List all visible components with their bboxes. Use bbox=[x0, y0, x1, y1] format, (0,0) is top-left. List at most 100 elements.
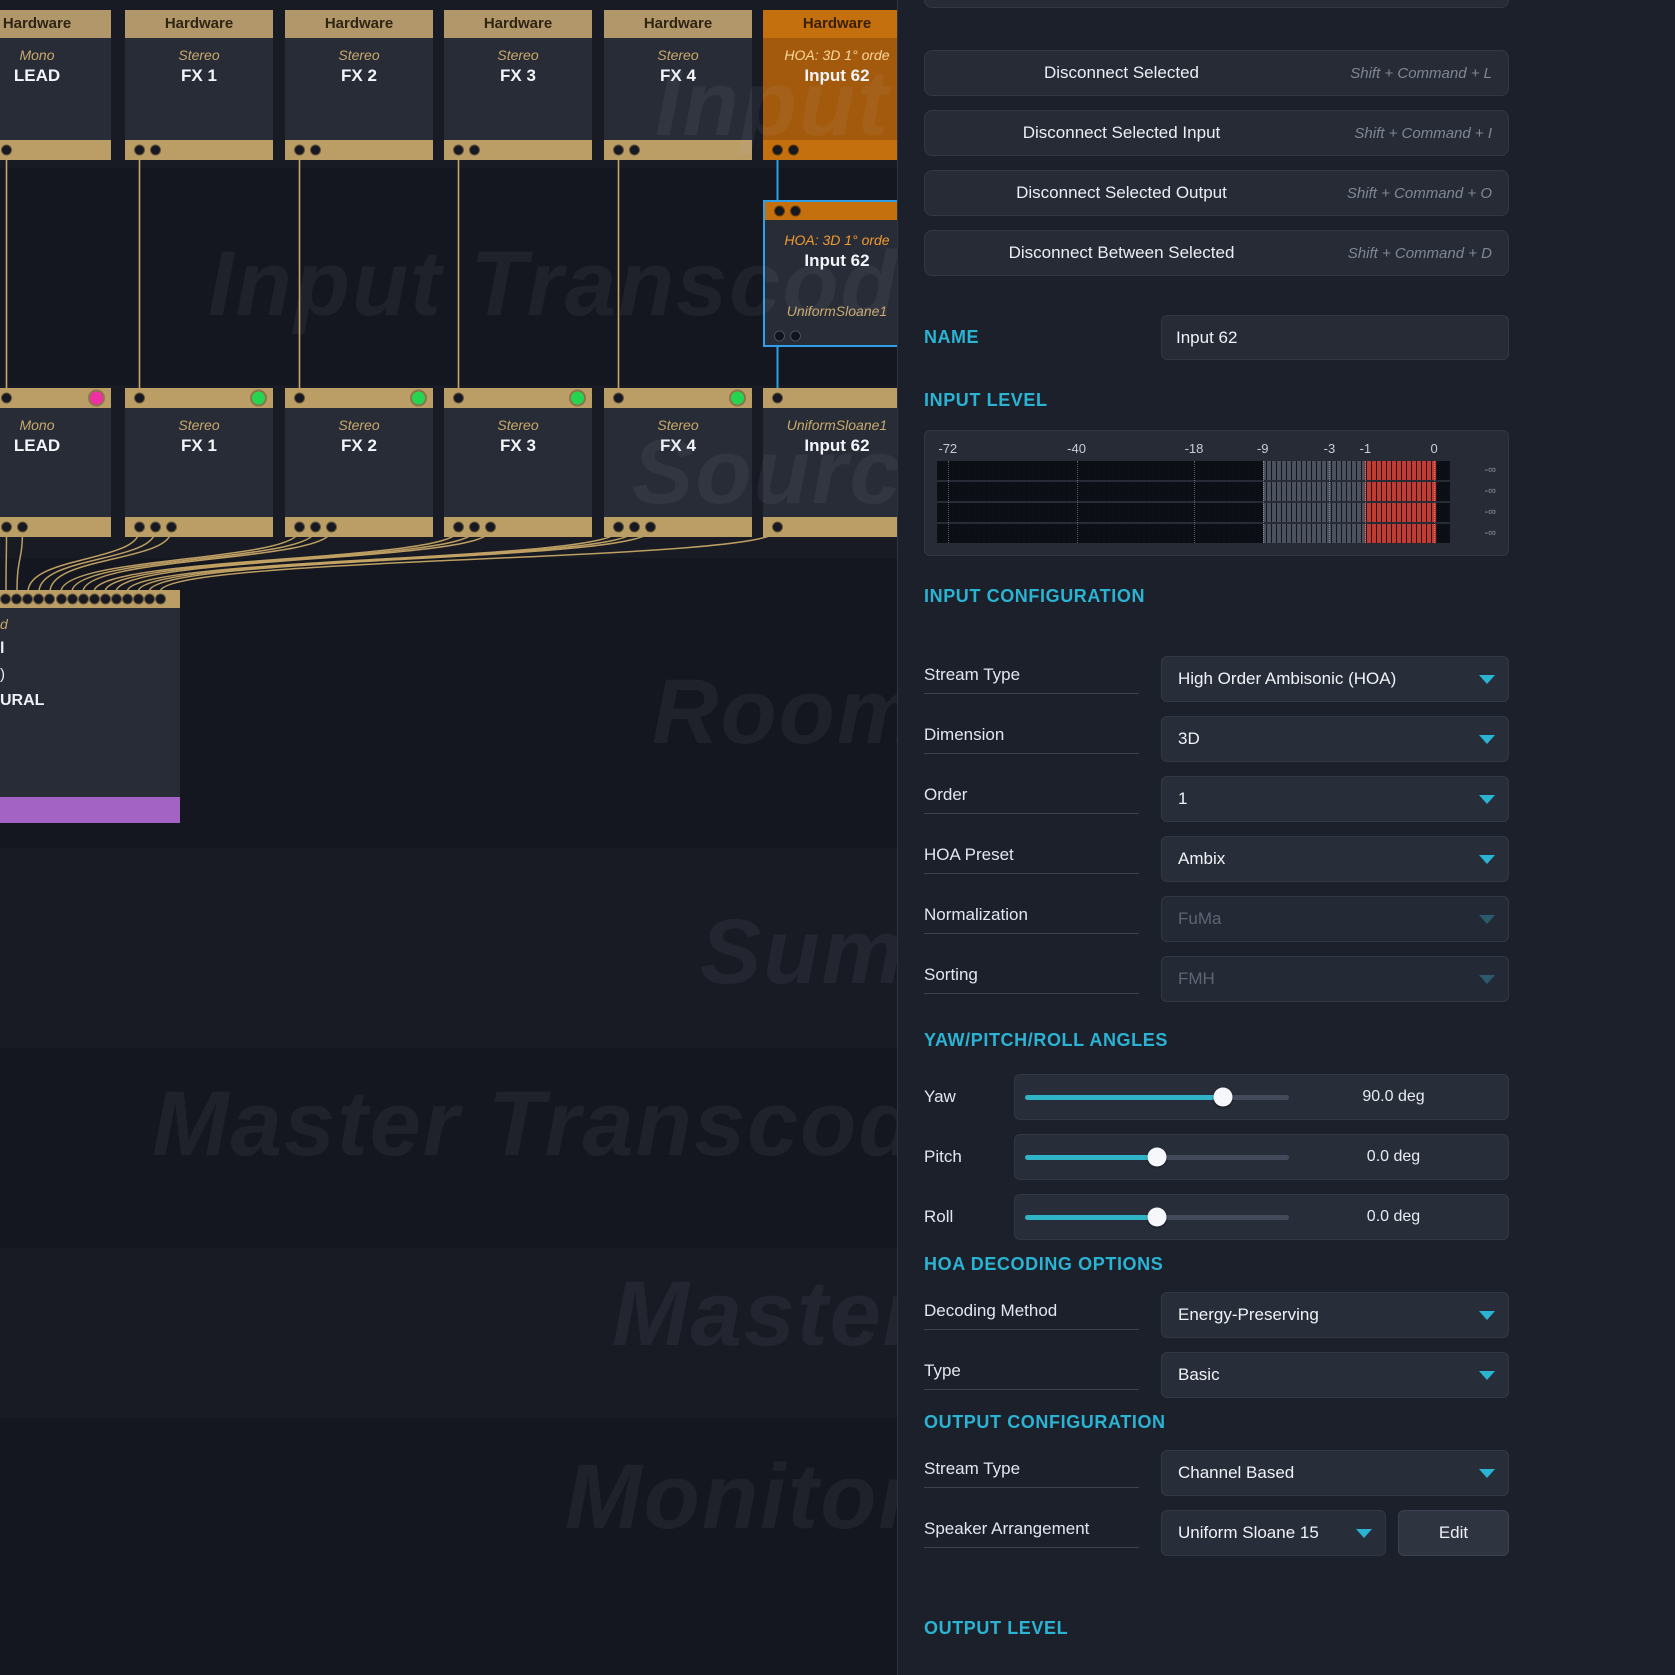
input-port[interactable] bbox=[79, 595, 88, 604]
input-port[interactable] bbox=[1, 595, 10, 604]
output-port[interactable] bbox=[295, 146, 304, 155]
decoding-type-dropdown[interactable]: Basic bbox=[1161, 1352, 1509, 1398]
input-port[interactable] bbox=[34, 595, 43, 604]
slider-knob[interactable] bbox=[1148, 1208, 1167, 1227]
yaw-slider[interactable]: 90.0 deg bbox=[1014, 1074, 1509, 1120]
input-port[interactable] bbox=[2, 394, 11, 403]
output-port[interactable] bbox=[791, 332, 800, 341]
status-dot[interactable] bbox=[90, 392, 103, 405]
meter-channel-value: -∞ bbox=[1450, 503, 1496, 522]
output-port[interactable] bbox=[2, 523, 11, 532]
output-port[interactable] bbox=[773, 523, 782, 532]
src-node-fx3[interactable]: Stereo FX 3 bbox=[444, 388, 592, 537]
src-node-fx2[interactable]: Stereo FX 2 bbox=[285, 388, 433, 537]
status-dot[interactable] bbox=[412, 392, 425, 405]
input-port[interactable] bbox=[775, 207, 784, 216]
decoding-method-dropdown[interactable]: Energy-Preserving bbox=[1161, 1292, 1509, 1338]
hw-node-fx2[interactable]: Hardware Stereo FX 2 bbox=[285, 10, 433, 160]
input-port[interactable] bbox=[614, 394, 623, 403]
partial-button[interactable] bbox=[924, 0, 1509, 8]
dimension-dropdown[interactable]: 3D bbox=[1161, 716, 1509, 762]
status-dot[interactable] bbox=[252, 392, 265, 405]
selected-node-input62[interactable]: HOA: 3D 1° orde Input 62 UniformSloane1 bbox=[763, 200, 897, 347]
hw-node-mono-lead[interactable]: Hardware Mono LEAD bbox=[0, 10, 111, 160]
order-dropdown[interactable]: 1 bbox=[1161, 776, 1509, 822]
output-port[interactable] bbox=[151, 146, 160, 155]
input-port[interactable] bbox=[112, 595, 121, 604]
output-stream-type-dropdown[interactable]: Channel Based bbox=[1161, 1450, 1509, 1496]
input-port[interactable] bbox=[68, 595, 77, 604]
output-port[interactable] bbox=[295, 523, 304, 532]
output-port[interactable] bbox=[311, 523, 320, 532]
hoa-preset-dropdown[interactable]: Ambix bbox=[1161, 836, 1509, 882]
output-port[interactable] bbox=[775, 332, 784, 341]
src-node-fx4[interactable]: Stereo FX 4 bbox=[604, 388, 752, 537]
hw-node-fx1[interactable]: Hardware Stereo FX 1 bbox=[125, 10, 273, 160]
slider-track[interactable] bbox=[1025, 1155, 1289, 1160]
shortcut-hint: Shift + Command + I bbox=[1354, 125, 1492, 142]
slider-knob[interactable] bbox=[1148, 1148, 1167, 1167]
speaker-arrangement-dropdown[interactable]: Uniform Sloane 15 bbox=[1161, 1510, 1386, 1556]
name-input[interactable] bbox=[1161, 315, 1509, 360]
output-port[interactable] bbox=[135, 146, 144, 155]
input-port[interactable] bbox=[45, 595, 54, 604]
output-port[interactable] bbox=[614, 146, 623, 155]
output-port[interactable] bbox=[789, 146, 798, 155]
input-port[interactable] bbox=[12, 595, 21, 604]
src-node-mono-lead[interactable]: Mono LEAD bbox=[0, 388, 111, 537]
output-port[interactable] bbox=[311, 146, 320, 155]
output-port[interactable] bbox=[454, 146, 463, 155]
output-port[interactable] bbox=[630, 523, 639, 532]
input-port[interactable] bbox=[773, 394, 782, 403]
output-port[interactable] bbox=[773, 146, 782, 155]
disconnect-selected-button[interactable]: Disconnect Selected Shift + Command + L bbox=[924, 50, 1509, 96]
input-port[interactable] bbox=[134, 595, 143, 604]
output-port[interactable] bbox=[151, 523, 160, 532]
input-port[interactable] bbox=[791, 207, 800, 216]
output-port[interactable] bbox=[646, 523, 655, 532]
slider-knob[interactable] bbox=[1214, 1088, 1233, 1107]
input-port[interactable] bbox=[156, 595, 165, 604]
output-port[interactable] bbox=[135, 523, 144, 532]
binaural-room-node[interactable]: dl)URAL bbox=[0, 590, 180, 823]
input-port[interactable] bbox=[145, 595, 154, 604]
input-port[interactable] bbox=[123, 595, 132, 604]
status-dot[interactable] bbox=[571, 392, 584, 405]
disconnect-between-selected-button[interactable]: Disconnect Between Selected Shift + Comm… bbox=[924, 230, 1509, 276]
input-port[interactable] bbox=[23, 595, 32, 604]
stream-type-dropdown[interactable]: High Order Ambisonic (HOA) bbox=[1161, 656, 1509, 702]
input-port[interactable] bbox=[454, 394, 463, 403]
output-port[interactable] bbox=[327, 523, 336, 532]
edit-speaker-arrangement-button[interactable]: Edit bbox=[1398, 1510, 1509, 1556]
output-port[interactable] bbox=[614, 523, 623, 532]
hw-node-hoa-input62[interactable]: Hardware HOA: 3D 1° orde Input 62 bbox=[763, 10, 897, 160]
output-port[interactable] bbox=[18, 523, 27, 532]
pitch-slider[interactable]: 0.0 deg bbox=[1014, 1134, 1509, 1180]
status-dot[interactable] bbox=[731, 392, 744, 405]
disconnect-selected-input-button[interactable]: Disconnect Selected Input Shift + Comman… bbox=[924, 110, 1509, 156]
roll-slider[interactable]: 0.0 deg bbox=[1014, 1194, 1509, 1240]
hw-node-fx4[interactable]: Hardware Stereo FX 4 bbox=[604, 10, 752, 160]
output-port[interactable] bbox=[454, 523, 463, 532]
output-port[interactable] bbox=[167, 523, 176, 532]
output-port[interactable] bbox=[630, 146, 639, 155]
node-canvas[interactable]: InputInput TranscoderSourceRoomSumMaster… bbox=[0, 0, 897, 1675]
slider-track[interactable] bbox=[1025, 1095, 1289, 1100]
input-port[interactable] bbox=[57, 595, 66, 604]
src-node-input62[interactable]: UniformSloane1 Input 62 bbox=[763, 388, 897, 537]
input-port[interactable] bbox=[135, 394, 144, 403]
output-port[interactable] bbox=[486, 523, 495, 532]
input-port[interactable] bbox=[101, 595, 110, 604]
meter-channel-value: -∞ bbox=[1450, 524, 1496, 543]
input-port[interactable] bbox=[295, 394, 304, 403]
output-port[interactable] bbox=[470, 146, 479, 155]
node-header: Hardware bbox=[604, 10, 752, 38]
input-port[interactable] bbox=[90, 595, 99, 604]
node-name-label: FX 4 bbox=[604, 66, 752, 86]
hw-node-fx3[interactable]: Hardware Stereo FX 3 bbox=[444, 10, 592, 160]
src-node-fx1[interactable]: Stereo FX 1 bbox=[125, 388, 273, 537]
output-port[interactable] bbox=[470, 523, 479, 532]
output-port[interactable] bbox=[2, 146, 11, 155]
disconnect-selected-output-button[interactable]: Disconnect Selected Output Shift + Comma… bbox=[924, 170, 1509, 216]
slider-track[interactable] bbox=[1025, 1215, 1289, 1220]
